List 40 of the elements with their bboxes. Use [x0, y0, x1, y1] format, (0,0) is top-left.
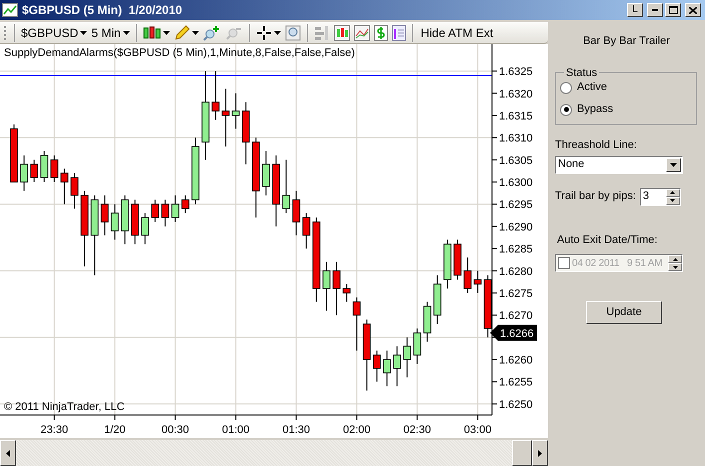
window-title: $GBPUSD (5 Min) 1/20/2010 — [22, 2, 182, 19]
time-label: 02:30 — [403, 424, 431, 436]
price-label: 1.6295 — [499, 199, 533, 212]
price-label: 1.6270 — [499, 310, 533, 322]
time-label: 23:30 — [40, 424, 68, 436]
price-label: 1.6275 — [499, 288, 533, 300]
price-label: 1.6305 — [499, 154, 533, 167]
status-radio[interactable]: Active — [560, 81, 692, 94]
pips-spinner[interactable]: 3 — [640, 188, 681, 206]
copyright-text: © 2011 NinjaTrader, LLC — [4, 402, 125, 413]
time-label: 00:30 — [162, 424, 190, 436]
price-label: 1.6310 — [499, 132, 533, 145]
trail-label: Trail bar by pips: — [555, 189, 636, 204]
price-label: 1.6290 — [499, 221, 533, 234]
threshold-dropdown[interactable]: None — [555, 156, 683, 174]
price-label: 1.6315 — [499, 110, 533, 122]
auto-exit-label: Auto Exit Date/Time: — [557, 232, 658, 248]
time-label: 01:00 — [222, 424, 250, 436]
time-label: 02:00 — [342, 424, 370, 436]
panel-title: Bar By Bar Trailer — [582, 34, 671, 49]
threshold-label: Threashold Line: — [555, 138, 638, 153]
price-label: 1.6280 — [499, 266, 533, 278]
hide-atm-button[interactable]: Hide ATM Ext — [416, 22, 498, 42]
time-label: 03:00 — [464, 424, 492, 436]
time-label: 1/20 — [104, 424, 126, 436]
price-label: 1.6285 — [499, 244, 533, 256]
instrument-dropdown[interactable]: $GBPUSD — [19, 22, 90, 42]
price-label: 1.6320 — [499, 88, 533, 100]
price-label: 1.6300 — [499, 177, 533, 190]
price-label: 1.6255 — [499, 376, 533, 389]
update-button[interactable]: Update — [586, 301, 662, 324]
status-radio[interactable]: Bypass — [560, 103, 692, 116]
price-label: 1.6325 — [499, 66, 533, 78]
status-label: Status — [565, 66, 598, 80]
indicator-label: SupplyDemandAlarms($GBPUSD (5 Min),1,Minute,8,False,False,False) — [4, 48, 355, 59]
layout-button[interactable]: L — [627, 3, 643, 17]
price-label: 1.6250 — [499, 398, 533, 411]
interval-dropdown[interactable]: 5 Min — [89, 22, 132, 42]
time-label: 01:30 — [282, 424, 310, 436]
price-label: 1.6260 — [499, 354, 533, 367]
